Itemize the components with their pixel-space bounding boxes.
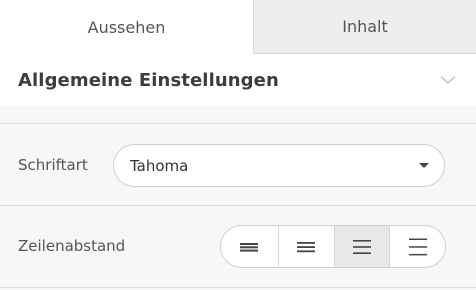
caret-down-icon	[419, 163, 429, 168]
font-select-value: Tahoma	[130, 156, 189, 175]
divider	[0, 287, 476, 288]
line-spacing-compact-icon	[240, 242, 259, 252]
tab-label: Inhalt	[342, 17, 388, 36]
tab-aussehen[interactable]: Aussehen	[0, 0, 253, 54]
settings-panel: Aussehen Inhalt Allgemeine Einstellungen…	[0, 0, 476, 290]
line-spacing-option-normal[interactable]	[277, 226, 334, 267]
line-spacing-normal-icon	[297, 241, 316, 252]
section-header-general-settings[interactable]: Allgemeine Einstellungen	[0, 54, 476, 106]
line-spacing-wide-icon	[408, 238, 427, 255]
tab-inhalt[interactable]: Inhalt	[253, 0, 476, 54]
line-spacing-relaxed-icon	[352, 239, 371, 254]
font-label: Schriftart	[18, 156, 88, 174]
tab-label: Aussehen	[87, 17, 166, 37]
line-spacing-option-wide[interactable]	[389, 226, 445, 267]
line-spacing-toggle-group	[220, 225, 446, 268]
divider	[0, 205, 476, 206]
line-spacing-option-relaxed[interactable]	[333, 226, 390, 267]
font-select[interactable]: Tahoma	[113, 144, 445, 187]
line-spacing-label: Zeilenabstand	[18, 237, 126, 255]
line-spacing-option-compact[interactable]	[221, 226, 278, 267]
chevron-down-icon[interactable]	[438, 70, 458, 90]
section-title: Allgemeine Einstellungen	[18, 69, 279, 91]
tab-bar: Aussehen Inhalt	[0, 0, 476, 54]
divider	[0, 123, 476, 124]
